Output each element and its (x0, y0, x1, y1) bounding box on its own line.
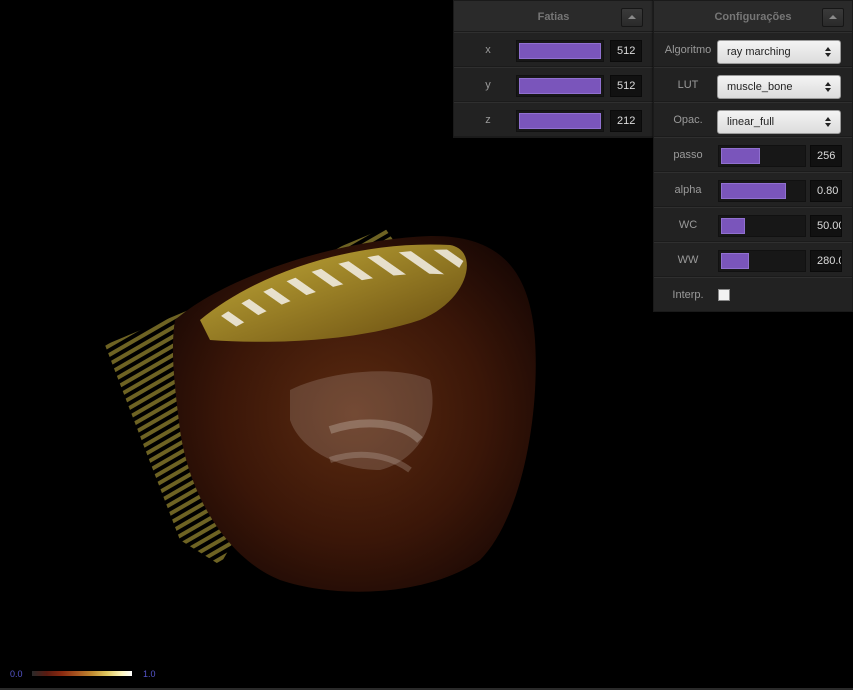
wc-value[interactable]: 50.00 (810, 215, 842, 237)
ww-value[interactable]: 280.00 (810, 250, 842, 272)
slice-z-slider[interactable] (516, 110, 604, 132)
step-row: passo 256 (654, 137, 852, 172)
lut-row: LUT muscle_bone (654, 67, 852, 102)
algorithm-row: Algoritmo ray marching (654, 32, 852, 67)
opacity-label: Opac. (673, 114, 703, 126)
lut-select-value: muscle_bone (727, 81, 793, 93)
slice-x-label: x (485, 44, 491, 56)
chevron-up-icon (829, 15, 837, 19)
slice-x-slider[interactable] (516, 40, 604, 62)
alpha-slider[interactable] (718, 180, 806, 202)
colorbar-min-label: 0.0 (10, 669, 23, 679)
ww-row: WW 280.00 (654, 242, 852, 277)
settings-collapse-button[interactable] (822, 8, 844, 27)
slice-x-slider-fill (519, 43, 601, 59)
select-arrows-icon (825, 117, 833, 128)
slice-y-label: y (485, 79, 491, 91)
slices-panel: Fatias x 512 y 512 z 212 (453, 0, 654, 138)
algorithm-select-value: ray marching (727, 46, 791, 58)
step-value[interactable]: 256 (810, 145, 842, 167)
slice-y-slider-fill (519, 78, 601, 94)
alpha-slider-fill (721, 183, 786, 199)
slice-z-label: z (485, 114, 491, 126)
slice-z-slider-fill (519, 113, 601, 129)
slice-y-slider[interactable] (516, 75, 604, 97)
slice-y-value[interactable]: 512 (610, 75, 642, 97)
step-slider-fill (721, 148, 760, 164)
slices-collapse-button[interactable] (621, 8, 643, 27)
settings-panel: Configurações Algoritmo ray marching LUT… (653, 0, 853, 312)
slice-x-value[interactable]: 512 (610, 40, 642, 62)
ww-label: WW (677, 254, 699, 266)
step-label: passo (673, 149, 703, 161)
select-arrows-icon (825, 82, 833, 93)
wc-slider[interactable] (718, 215, 806, 237)
wc-label: WC (678, 219, 698, 231)
algorithm-label: Algoritmo (664, 44, 712, 56)
colorbar-max-label: 1.0 (143, 669, 156, 679)
ww-slider[interactable] (718, 250, 806, 272)
alpha-value[interactable]: 0.80 (810, 180, 842, 202)
interp-checkbox[interactable] (718, 289, 730, 301)
colorbar-gradient (32, 671, 132, 676)
settings-panel-header: Configurações (654, 1, 852, 32)
slice-z-value[interactable]: 212 (610, 110, 642, 132)
lut-select[interactable]: muscle_bone (717, 75, 841, 99)
opacity-select[interactable]: linear_full (717, 110, 841, 134)
alpha-row: alpha 0.80 (654, 172, 852, 207)
wc-slider-fill (721, 218, 746, 234)
slices-panel-header: Fatias (454, 1, 653, 32)
select-arrows-icon (825, 47, 833, 58)
alpha-label: alpha (674, 184, 702, 196)
volume-model (105, 228, 536, 592)
wc-row: WC 50.00 (654, 207, 852, 242)
interp-row: Interp. (654, 277, 852, 312)
chevron-up-icon (628, 15, 636, 19)
lut-label: LUT (677, 79, 699, 91)
slice-row-z: z 212 (454, 102, 653, 137)
interp-label: Interp. (672, 289, 704, 301)
algorithm-select[interactable]: ray marching (717, 40, 841, 64)
slice-row-y: y 512 (454, 67, 653, 102)
step-slider[interactable] (718, 145, 806, 167)
colorbar: 0.0 1.0 (10, 668, 160, 680)
slice-row-x: x 512 (454, 32, 653, 67)
ww-slider-fill (721, 253, 749, 269)
opacity-select-value: linear_full (727, 116, 775, 128)
opacity-row: Opac. linear_full (654, 102, 852, 137)
